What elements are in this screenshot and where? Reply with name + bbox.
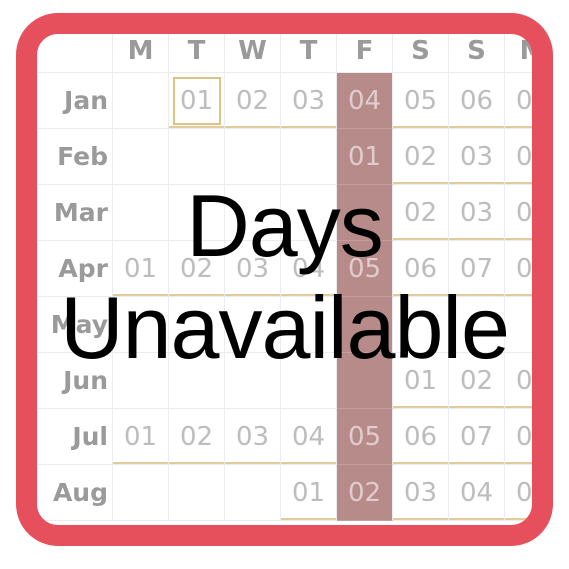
badge-frame: M T W T F S S M Jan 01 02 03 04 05 06 07 Feb 01 02 03 04 Mar 0…: [16, 13, 553, 546]
title-line-2: Unavailable: [60, 277, 510, 377]
title-overlay: Days Unavailable: [37, 34, 532, 525]
title-line-1: Days: [186, 175, 383, 275]
